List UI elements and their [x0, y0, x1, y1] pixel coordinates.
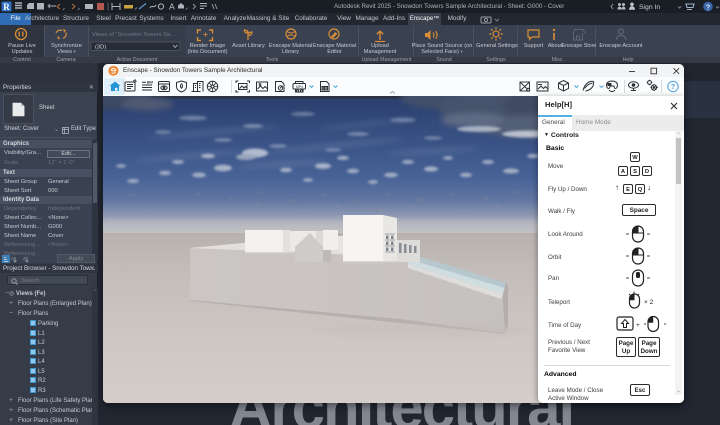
svg-text:R: R [3, 2, 10, 12]
svg-text:(3D): (3D) [95, 44, 106, 50]
svg-text:?: ? [706, 2, 711, 11]
svg-text:Views of "Snowdon Towers Sa...: Views of "Snowdon Towers Sa... [92, 32, 175, 38]
svg-text:+: + [636, 322, 640, 329]
svg-text:?: ? [671, 84, 675, 91]
svg-text:× 2: × 2 [644, 299, 654, 306]
svg-text:A: A [11, 256, 14, 261]
svg-text:BIM: BIM [147, 80, 153, 84]
svg-text:MP4: MP4 [296, 85, 303, 89]
svg-text:Sign In: Sign In [639, 4, 660, 11]
svg-text:Z: Z [23, 256, 26, 261]
svg-text:A: A [169, 2, 175, 12]
